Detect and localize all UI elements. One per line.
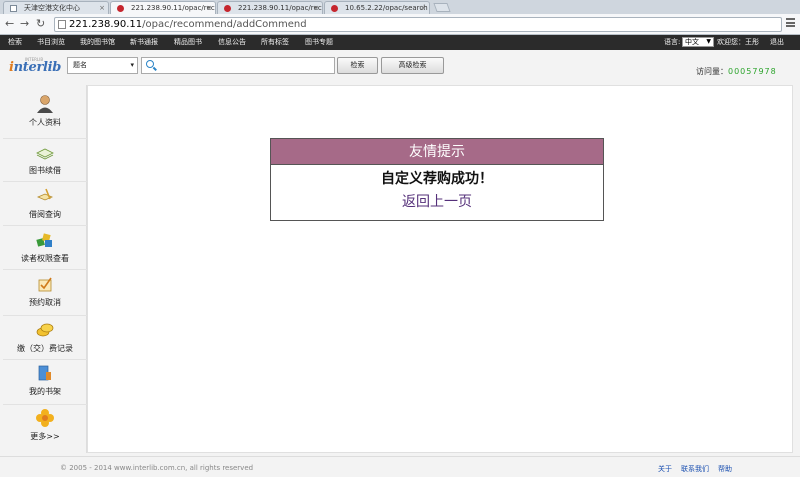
nav-item-browse[interactable]: 书目浏览 — [37, 38, 65, 47]
back-arrow-icon[interactable]: ← — [5, 18, 14, 30]
logout-link[interactable]: 退出 — [770, 38, 784, 47]
visit-counter: 访问量：00057978 — [696, 67, 777, 76]
dialog-message: 自定义荐购成功！ — [381, 171, 493, 187]
sidebar-item-more[interactable]: 更多>> — [3, 408, 87, 448]
coins-icon — [36, 323, 54, 337]
site-icon — [117, 5, 124, 12]
tab-title: 天津空港文化中心 — [24, 4, 80, 12]
nav-item-search[interactable]: 检索 — [8, 38, 22, 47]
sidebar-item-reservation-cancel[interactable]: 预约取消 — [3, 274, 87, 316]
borrow-query-icon — [36, 188, 54, 201]
site-icon — [224, 5, 231, 12]
advanced-search-button[interactable]: 高级检索 — [381, 57, 444, 74]
footer-link-contact[interactable]: 联系我们 — [681, 464, 709, 474]
nav-item-tags[interactable]: 所有标签 — [261, 38, 289, 47]
reload-icon[interactable]: ↻ — [36, 18, 45, 30]
sidebar-item-profile[interactable]: 个人资料 — [3, 94, 87, 139]
copyright-text: © 2005 - 2014 www.interlib.com.cn, all r… — [60, 464, 254, 472]
back-link[interactable]: 返回上一页 — [271, 193, 603, 211]
dialog-title: 友情提示 — [271, 139, 603, 165]
flower-icon — [36, 409, 54, 427]
browser-tab[interactable]: 10.65.2.22/opac/search × — [324, 1, 430, 14]
browser-toolbar: ← → ↻ 221.238.90.11/opac/recommend/addCo… — [0, 14, 800, 35]
forward-arrow-icon[interactable]: → — [20, 18, 29, 30]
nav-item-notices[interactable]: 信息公告 — [218, 38, 246, 47]
close-icon[interactable]: × — [206, 2, 212, 14]
search-box[interactable] — [141, 57, 335, 74]
main-content: 友情提示 自定义荐购成功！ 返回上一页 — [87, 85, 793, 453]
browser-tab-bar: 天津空港文化中心 × 221.238.90.11/opac/rec × 221.… — [0, 0, 800, 15]
close-icon[interactable]: × — [313, 2, 319, 14]
nav-item-my-library[interactable]: 我的图书馆 — [80, 38, 115, 47]
sidebar-item-borrow-query[interactable]: 借阅查询 — [3, 186, 87, 226]
footer-link-help[interactable]: 帮助 — [718, 464, 732, 474]
reservation-cancel-icon — [38, 277, 52, 292]
language-label: 语言: — [664, 38, 681, 46]
new-tab-button[interactable] — [433, 3, 451, 12]
close-icon[interactable]: × — [99, 2, 105, 14]
document-icon — [10, 5, 17, 12]
tab-title: 221.238.90.11/opac/rec — [238, 4, 322, 12]
sidebar-item-bookshelf[interactable]: 我的书架 — [3, 363, 87, 405]
tab-title: 221.238.90.11/opac/rec — [131, 4, 215, 12]
language-select[interactable]: 中文 ▼ — [682, 37, 714, 47]
site-icon — [331, 5, 338, 12]
search-input[interactable] — [158, 59, 330, 72]
url-text: 221.238.90.11/opac/recommend/addCommend — [69, 19, 307, 30]
browser-tab[interactable]: 天津空港文化中心 × — [3, 1, 109, 14]
footer-link-about[interactable]: 关于 — [658, 464, 672, 474]
page-icon — [58, 20, 66, 29]
sidebar-item-permissions[interactable]: 读者权限查看 — [3, 230, 87, 270]
nav-item-new-books[interactable]: 新书通报 — [130, 38, 158, 47]
user-icon — [37, 95, 53, 113]
close-icon[interactable]: × — [420, 2, 426, 14]
tab-title: 10.65.2.22/opac/search — [345, 4, 428, 12]
site-nav-bar: 检索 书目浏览 我的图书馆 新书通报 精品图书 信息公告 所有标签 图书专题 语… — [0, 35, 800, 50]
footer: © 2005 - 2014 www.interlib.com.cn, all r… — [0, 456, 800, 477]
interlib-logo: INTERLIB interlib — [9, 57, 62, 75]
bookshelf-icon — [38, 365, 51, 381]
search-field-select[interactable]: 题名 ▾ — [67, 57, 138, 74]
sidebar: 个人资料 图书续借 借阅查询 读者权限查看 预约取消 缴（交）费记录 我的书架 … — [3, 85, 87, 453]
menu-icon[interactable] — [786, 18, 795, 27]
search-icon — [146, 60, 154, 68]
address-bar[interactable]: 221.238.90.11/opac/recommend/addCommend … — [54, 17, 782, 32]
browser-tab-active[interactable]: 221.238.90.11/opac/rec × — [110, 1, 216, 15]
sidebar-item-fees[interactable]: 缴（交）费记录 — [3, 320, 87, 360]
browser-tab[interactable]: 221.238.90.11/opac/rec × — [217, 1, 323, 14]
chevron-down-icon: ▼ — [706, 38, 711, 45]
nav-item-topics[interactable]: 图书专题 — [305, 38, 333, 47]
notice-dialog: 友情提示 自定义荐购成功！ 返回上一页 — [270, 138, 604, 221]
chevron-down-icon: ▾ — [130, 61, 134, 69]
book-renew-icon — [36, 148, 54, 160]
sidebar-item-renew[interactable]: 图书续借 — [3, 142, 87, 182]
permission-icon — [36, 233, 52, 247]
welcome-text: 欢迎您：王彤 — [717, 38, 759, 46]
search-button[interactable]: 检索 — [337, 57, 378, 74]
nav-item-featured[interactable]: 精品图书 — [174, 38, 202, 47]
